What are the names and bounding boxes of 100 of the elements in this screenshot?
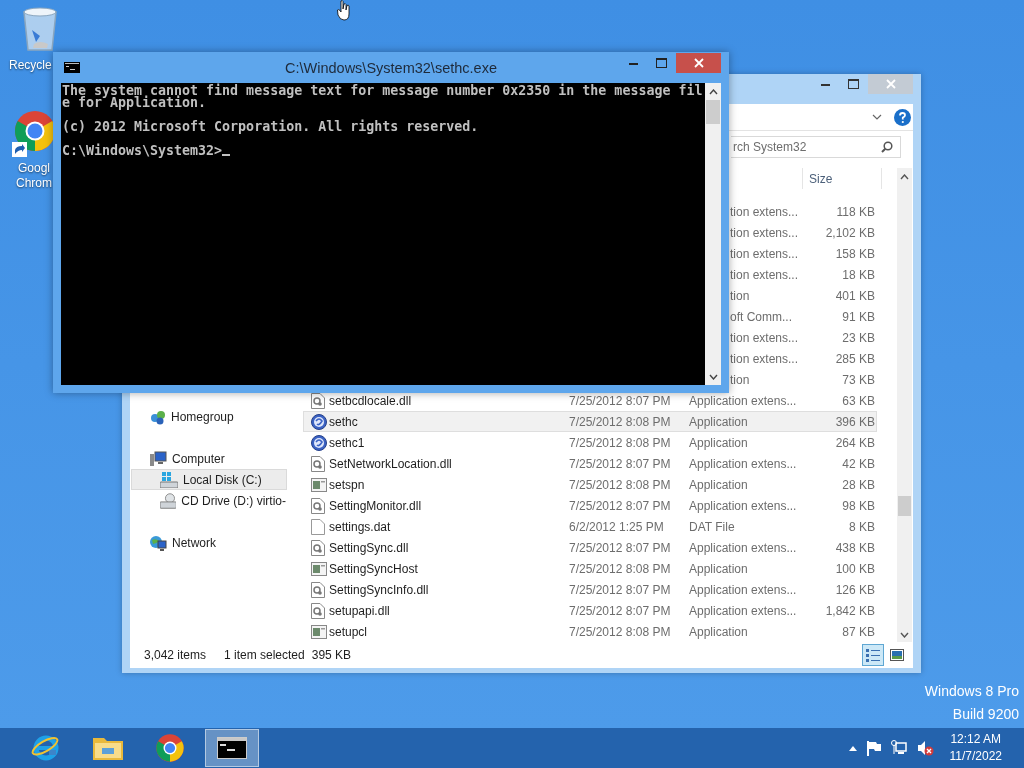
size-cell: 28 KB [842, 477, 875, 492]
size-cell: 8 KB [849, 519, 875, 534]
file-name[interactable]: sethc [329, 414, 358, 429]
app-file-icon [311, 413, 327, 430]
dll-file-icon [311, 497, 325, 514]
file-name[interactable]: SetNetworkLocation.dll [329, 456, 452, 471]
scroll-thumb[interactable] [706, 100, 720, 124]
file-name[interactable]: SettingSyncHost [329, 561, 418, 576]
type-cell: Application [689, 624, 748, 639]
size-cell: 73 KB [842, 372, 875, 387]
nav-item[interactable]: CD Drive (D:) virtio- [131, 490, 287, 511]
size-cell: 2,102 KB [825, 225, 875, 240]
build-text: Build 9200 [952, 705, 1019, 724]
size-cell: 63 KB [842, 393, 875, 408]
scroll-thumb[interactable] [898, 496, 911, 516]
chrome-shortcut-icon[interactable] [12, 110, 56, 158]
size-cell: 126 KB [835, 582, 875, 597]
show-hidden-icons-icon[interactable] [848, 745, 857, 751]
size-cell: 87 KB [842, 624, 875, 639]
scroll-up-icon[interactable] [900, 174, 909, 180]
console-text: C:\Windows\System32> [62, 143, 223, 158]
type-cell: tion [730, 288, 750, 303]
preview-view-icon [890, 649, 904, 661]
speaker-muted-icon[interactable] [916, 740, 934, 756]
nav-item[interactable]: Homegroup [131, 406, 287, 427]
dll-file-icon [311, 392, 325, 409]
file-name[interactable]: SettingMonitor.dll [329, 498, 422, 513]
flag-icon[interactable] [866, 740, 881, 756]
expand-ribbon-icon[interactable] [872, 114, 882, 120]
type-cell: Application extens... [689, 498, 797, 513]
chrome-icon [155, 733, 185, 763]
date-cell: 7/25/2012 8:08 PM [569, 624, 671, 639]
file-name[interactable]: SettingSyncInfo.dll [329, 582, 429, 597]
size-cell: 100 KB [835, 561, 875, 576]
console-text: (c) 2012 Microsoft Corporation. All rights reserved. [62, 119, 479, 134]
size-cell: 158 KB [835, 246, 875, 261]
program-file-icon [311, 477, 327, 492]
scrollbar[interactable] [897, 168, 912, 642]
details-view-icon [866, 648, 880, 662]
scroll-down-icon[interactable] [708, 374, 718, 380]
dll-file-icon [311, 539, 325, 556]
dll-file-icon [311, 602, 325, 619]
size-cell: 264 KB [835, 435, 875, 450]
close-button[interactable] [676, 53, 721, 73]
type-cell: tion extens... [730, 351, 799, 366]
search-icon[interactable] [881, 140, 893, 153]
help-icon[interactable] [894, 108, 911, 126]
type-cell: Application [689, 414, 748, 429]
nav-item[interactable]: Local Disk (C:) [131, 469, 287, 490]
date-cell: 7/25/2012 8:07 PM [569, 603, 671, 618]
date-cell: 7/25/2012 8:07 PM [569, 582, 671, 597]
network-monitor-icon[interactable] [890, 740, 907, 756]
date-cell: 7/25/2012 8:08 PM [569, 561, 671, 576]
file-name[interactable]: settings.dat [329, 519, 391, 534]
type-cell: Application extens... [689, 582, 797, 597]
local-disk-icon [160, 471, 178, 488]
console-icon [64, 62, 80, 73]
date-cell: 6/2/2012 1:25 PM [569, 519, 664, 534]
type-cell: Application extens... [689, 456, 797, 471]
window-title: C:\Windows\System32\sethc.exe [285, 59, 497, 76]
minimize-icon [821, 82, 830, 86]
close-icon [693, 58, 704, 68]
dll-file-icon [311, 455, 325, 472]
close-icon [885, 79, 896, 89]
selection-size: 395 KB [311, 648, 352, 662]
details-view-button[interactable] [862, 644, 884, 666]
minimize-icon [629, 61, 638, 65]
scroll-up-icon[interactable] [708, 89, 718, 95]
file-name[interactable]: setupapi.dll [329, 603, 390, 618]
column-header[interactable]: Size [802, 168, 882, 189]
date-cell: 7/25/2012 8:08 PM [569, 477, 671, 492]
homegroup-icon [150, 408, 166, 425]
item-count: 3,042 items [144, 648, 208, 662]
size-cell: 396 KB [835, 414, 875, 429]
type-cell: Application [689, 477, 748, 492]
selection-status: 1 item selected [224, 648, 305, 662]
console-text: The system cannot find message text for message number 0x2350 in the message file for Application. [62, 83, 703, 110]
type-cell: tion extens... [730, 330, 799, 345]
date-cell: 7/25/2012 8:08 PM [569, 414, 671, 429]
nav-item[interactable]: Computer [131, 448, 287, 469]
file-name[interactable]: SettingSync.dll [329, 540, 409, 555]
file-name[interactable]: sethc1 [329, 435, 365, 450]
file-name[interactable]: setbcdlocale.dll [329, 393, 412, 408]
nav-item[interactable]: Network [131, 532, 287, 553]
taskbar-button[interactable] [205, 729, 259, 767]
file-name[interactable]: setspn [329, 477, 365, 492]
clock-time: 12:12 AM [950, 731, 1002, 748]
search-field[interactable]: rch System32 [731, 135, 901, 158]
clock-date: 11/7/2022 [949, 748, 1002, 765]
type-cell: oft Comm... [730, 309, 792, 324]
recycle-bin-icon[interactable] [20, 6, 60, 52]
file-row[interactable]: sethc 7/25/2012 8:08 PM Application 396 KB [303, 411, 877, 432]
clock[interactable]: 12:12 AM 11/7/2022 [949, 731, 1002, 765]
type-cell: tion extens... [730, 246, 799, 261]
scrollbar[interactable] [705, 83, 721, 385]
maximize-icon [848, 79, 859, 89]
network-icon [150, 534, 167, 551]
type-cell: tion extens... [730, 204, 799, 219]
scroll-down-icon[interactable] [900, 632, 909, 638]
file-name[interactable]: setupcl [329, 624, 368, 639]
